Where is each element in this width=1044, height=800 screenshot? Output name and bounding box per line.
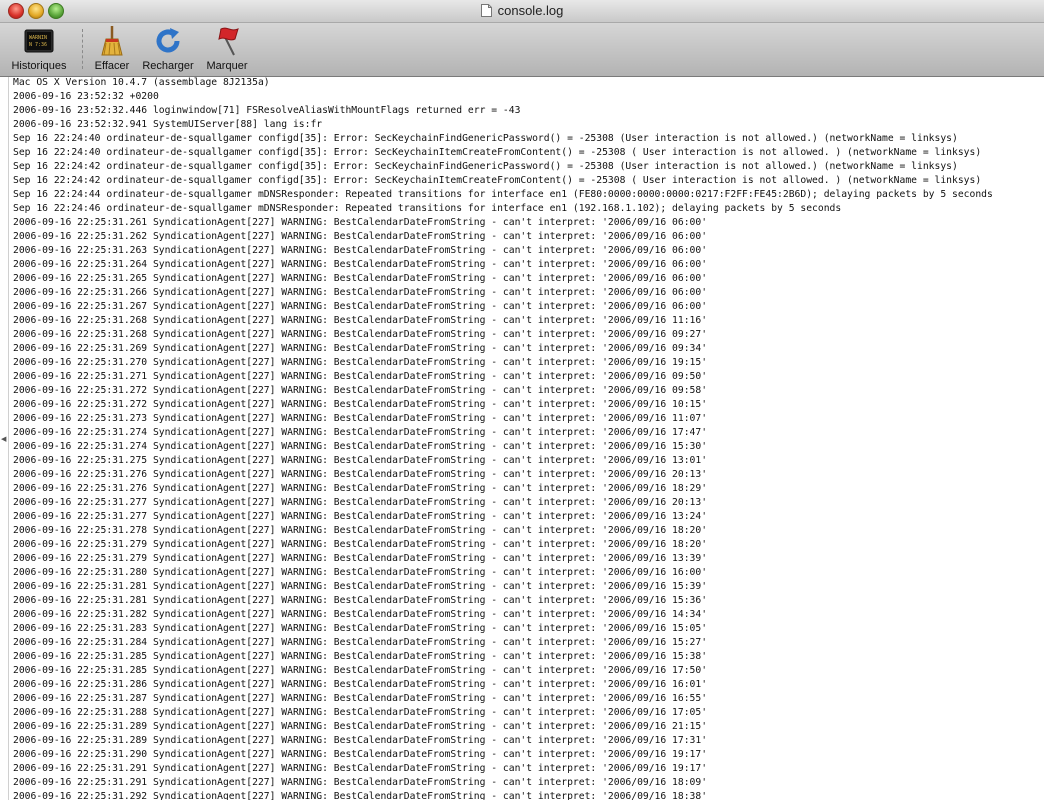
log-line: 2006-09-16 22:25:31.283 SyndicationAgent…: [13, 623, 708, 634]
log-line: 2006-09-16 22:25:31.269 SyndicationAgent…: [13, 343, 708, 354]
console-log-icon-text-1: WARNIN: [29, 35, 47, 41]
log-gutter[interactable]: ◀: [0, 77, 9, 800]
log-line: 2006-09-16 22:25:31.271 SyndicationAgent…: [13, 371, 708, 382]
title-bar[interactable]: console.log: [0, 0, 1044, 23]
log-line: 2006-09-16 23:52:32.941 SystemUIServer[8…: [13, 119, 323, 130]
log-line: 2006-09-16 22:25:31.266 SyndicationAgent…: [13, 287, 708, 298]
log-lines: Mac OS X Version 10.4.7 (assemblage 8J21…: [13, 77, 1044, 800]
log-line: 2006-09-16 23:52:32 +0200: [13, 91, 159, 102]
log-line: Sep 16 22:24:40 ordinateur-de-squallgame…: [13, 133, 958, 144]
log-line: 2006-09-16 22:25:31.284 SyndicationAgent…: [13, 637, 708, 648]
effacer-button[interactable]: Effacer: [90, 25, 134, 72]
log-line: 2006-09-16 22:25:31.268 SyndicationAgent…: [13, 315, 708, 326]
document-icon: [480, 4, 492, 17]
log-line: 2006-09-16 22:25:31.273 SyndicationAgent…: [13, 413, 708, 424]
toolbar: WARNIN N 7:36 Historiques Effacer Rechar…: [0, 23, 1044, 77]
log-line: 2006-09-16 22:25:31.265 SyndicationAgent…: [13, 273, 708, 284]
log-line: 2006-09-16 22:25:31.279 SyndicationAgent…: [13, 553, 708, 564]
log-line: 2006-09-16 22:25:31.289 SyndicationAgent…: [13, 721, 708, 732]
log-line: Sep 16 22:24:46 ordinateur-de-squallgame…: [13, 203, 842, 214]
log-line: Mac OS X Version 10.4.7 (assemblage 8J21…: [13, 77, 270, 88]
log-line: 2006-09-16 22:25:31.278 SyndicationAgent…: [13, 525, 708, 536]
log-line: 2006-09-16 22:25:31.261 SyndicationAgent…: [13, 217, 708, 228]
log-line: 2006-09-16 22:25:31.276 SyndicationAgent…: [13, 469, 708, 480]
log-line: 2006-09-16 22:25:31.285 SyndicationAgent…: [13, 651, 708, 662]
log-line: 2006-09-16 22:25:31.275 SyndicationAgent…: [13, 455, 708, 466]
log-line: 2006-09-16 22:25:31.270 SyndicationAgent…: [13, 357, 708, 368]
console-log-icon-text-2: N 7:36: [29, 42, 47, 48]
log-line: 2006-09-16 22:25:31.292 SyndicationAgent…: [13, 791, 708, 800]
recharger-label: Recharger: [142, 60, 194, 72]
log-view[interactable]: ◀ Mac OS X Version 10.4.7 (assemblage 8J…: [0, 77, 1044, 800]
log-line: Sep 16 22:24:42 ordinateur-de-squallgame…: [13, 175, 982, 186]
log-line: 2006-09-16 22:25:31.288 SyndicationAgent…: [13, 707, 708, 718]
log-line: 2006-09-16 22:25:31.279 SyndicationAgent…: [13, 539, 708, 550]
log-line: 2006-09-16 22:25:31.280 SyndicationAgent…: [13, 567, 708, 578]
log-line: 2006-09-16 22:25:31.276 SyndicationAgent…: [13, 483, 708, 494]
broom-icon: [101, 26, 123, 56]
log-line: Sep 16 22:24:40 ordinateur-de-squallgame…: [13, 147, 982, 158]
log-line: 2006-09-16 22:25:31.272 SyndicationAgent…: [13, 399, 708, 410]
recharger-button[interactable]: Recharger: [140, 25, 196, 72]
historiques-label: Historiques: [11, 60, 67, 72]
log-line: 2006-09-16 22:25:31.289 SyndicationAgent…: [13, 735, 708, 746]
log-line: 2006-09-16 22:25:31.272 SyndicationAgent…: [13, 385, 708, 396]
log-line: 2006-09-16 22:25:31.287 SyndicationAgent…: [13, 693, 708, 704]
log-line: 2006-09-16 23:52:32.446 loginwindow[71] …: [13, 105, 521, 116]
reload-icon: [156, 28, 180, 53]
log-line: 2006-09-16 22:25:31.274 SyndicationAgent…: [13, 441, 708, 452]
log-line: 2006-09-16 22:25:31.262 SyndicationAgent…: [13, 231, 708, 242]
log-line: 2006-09-16 22:25:31.281 SyndicationAgent…: [13, 581, 708, 592]
log-line: 2006-09-16 22:25:31.286 SyndicationAgent…: [13, 679, 708, 690]
log-line: Sep 16 22:24:44 ordinateur-de-squallgame…: [13, 189, 993, 200]
window-title: console.log: [497, 3, 564, 18]
log-line: 2006-09-16 22:25:31.268 SyndicationAgent…: [13, 329, 708, 340]
effacer-label: Effacer: [94, 60, 130, 72]
log-line: 2006-09-16 22:25:31.291 SyndicationAgent…: [13, 777, 708, 788]
marker-flag-icon: [218, 27, 239, 56]
collapse-arrow-icon[interactable]: ◀: [1, 435, 6, 443]
toolbar-separator: [82, 29, 83, 69]
log-line: 2006-09-16 22:25:31.285 SyndicationAgent…: [13, 665, 708, 676]
log-line: 2006-09-16 22:25:31.267 SyndicationAgent…: [13, 301, 708, 312]
log-line: 2006-09-16 22:25:31.264 SyndicationAgent…: [13, 259, 708, 270]
historiques-button[interactable]: WARNIN N 7:36 Historiques: [6, 25, 72, 72]
log-line: 2006-09-16 22:25:31.277 SyndicationAgent…: [13, 511, 708, 522]
log-line: 2006-09-16 22:25:31.274 SyndicationAgent…: [13, 427, 708, 438]
log-line: 2006-09-16 22:25:31.290 SyndicationAgent…: [13, 749, 708, 760]
log-line: 2006-09-16 22:25:31.291 SyndicationAgent…: [13, 763, 708, 774]
console-log-icon: WARNIN N 7:36: [24, 29, 54, 53]
window-title-wrap: console.log: [0, 3, 1044, 18]
log-line: 2006-09-16 22:25:31.281 SyndicationAgent…: [13, 595, 708, 606]
log-line: Sep 16 22:24:42 ordinateur-de-squallgame…: [13, 161, 958, 172]
marquer-button[interactable]: Marquer: [202, 25, 252, 72]
log-line: 2006-09-16 22:25:31.263 SyndicationAgent…: [13, 245, 708, 256]
log-line: 2006-09-16 22:25:31.282 SyndicationAgent…: [13, 609, 708, 620]
log-line: 2006-09-16 22:25:31.277 SyndicationAgent…: [13, 497, 708, 508]
marquer-label: Marquer: [206, 60, 248, 72]
